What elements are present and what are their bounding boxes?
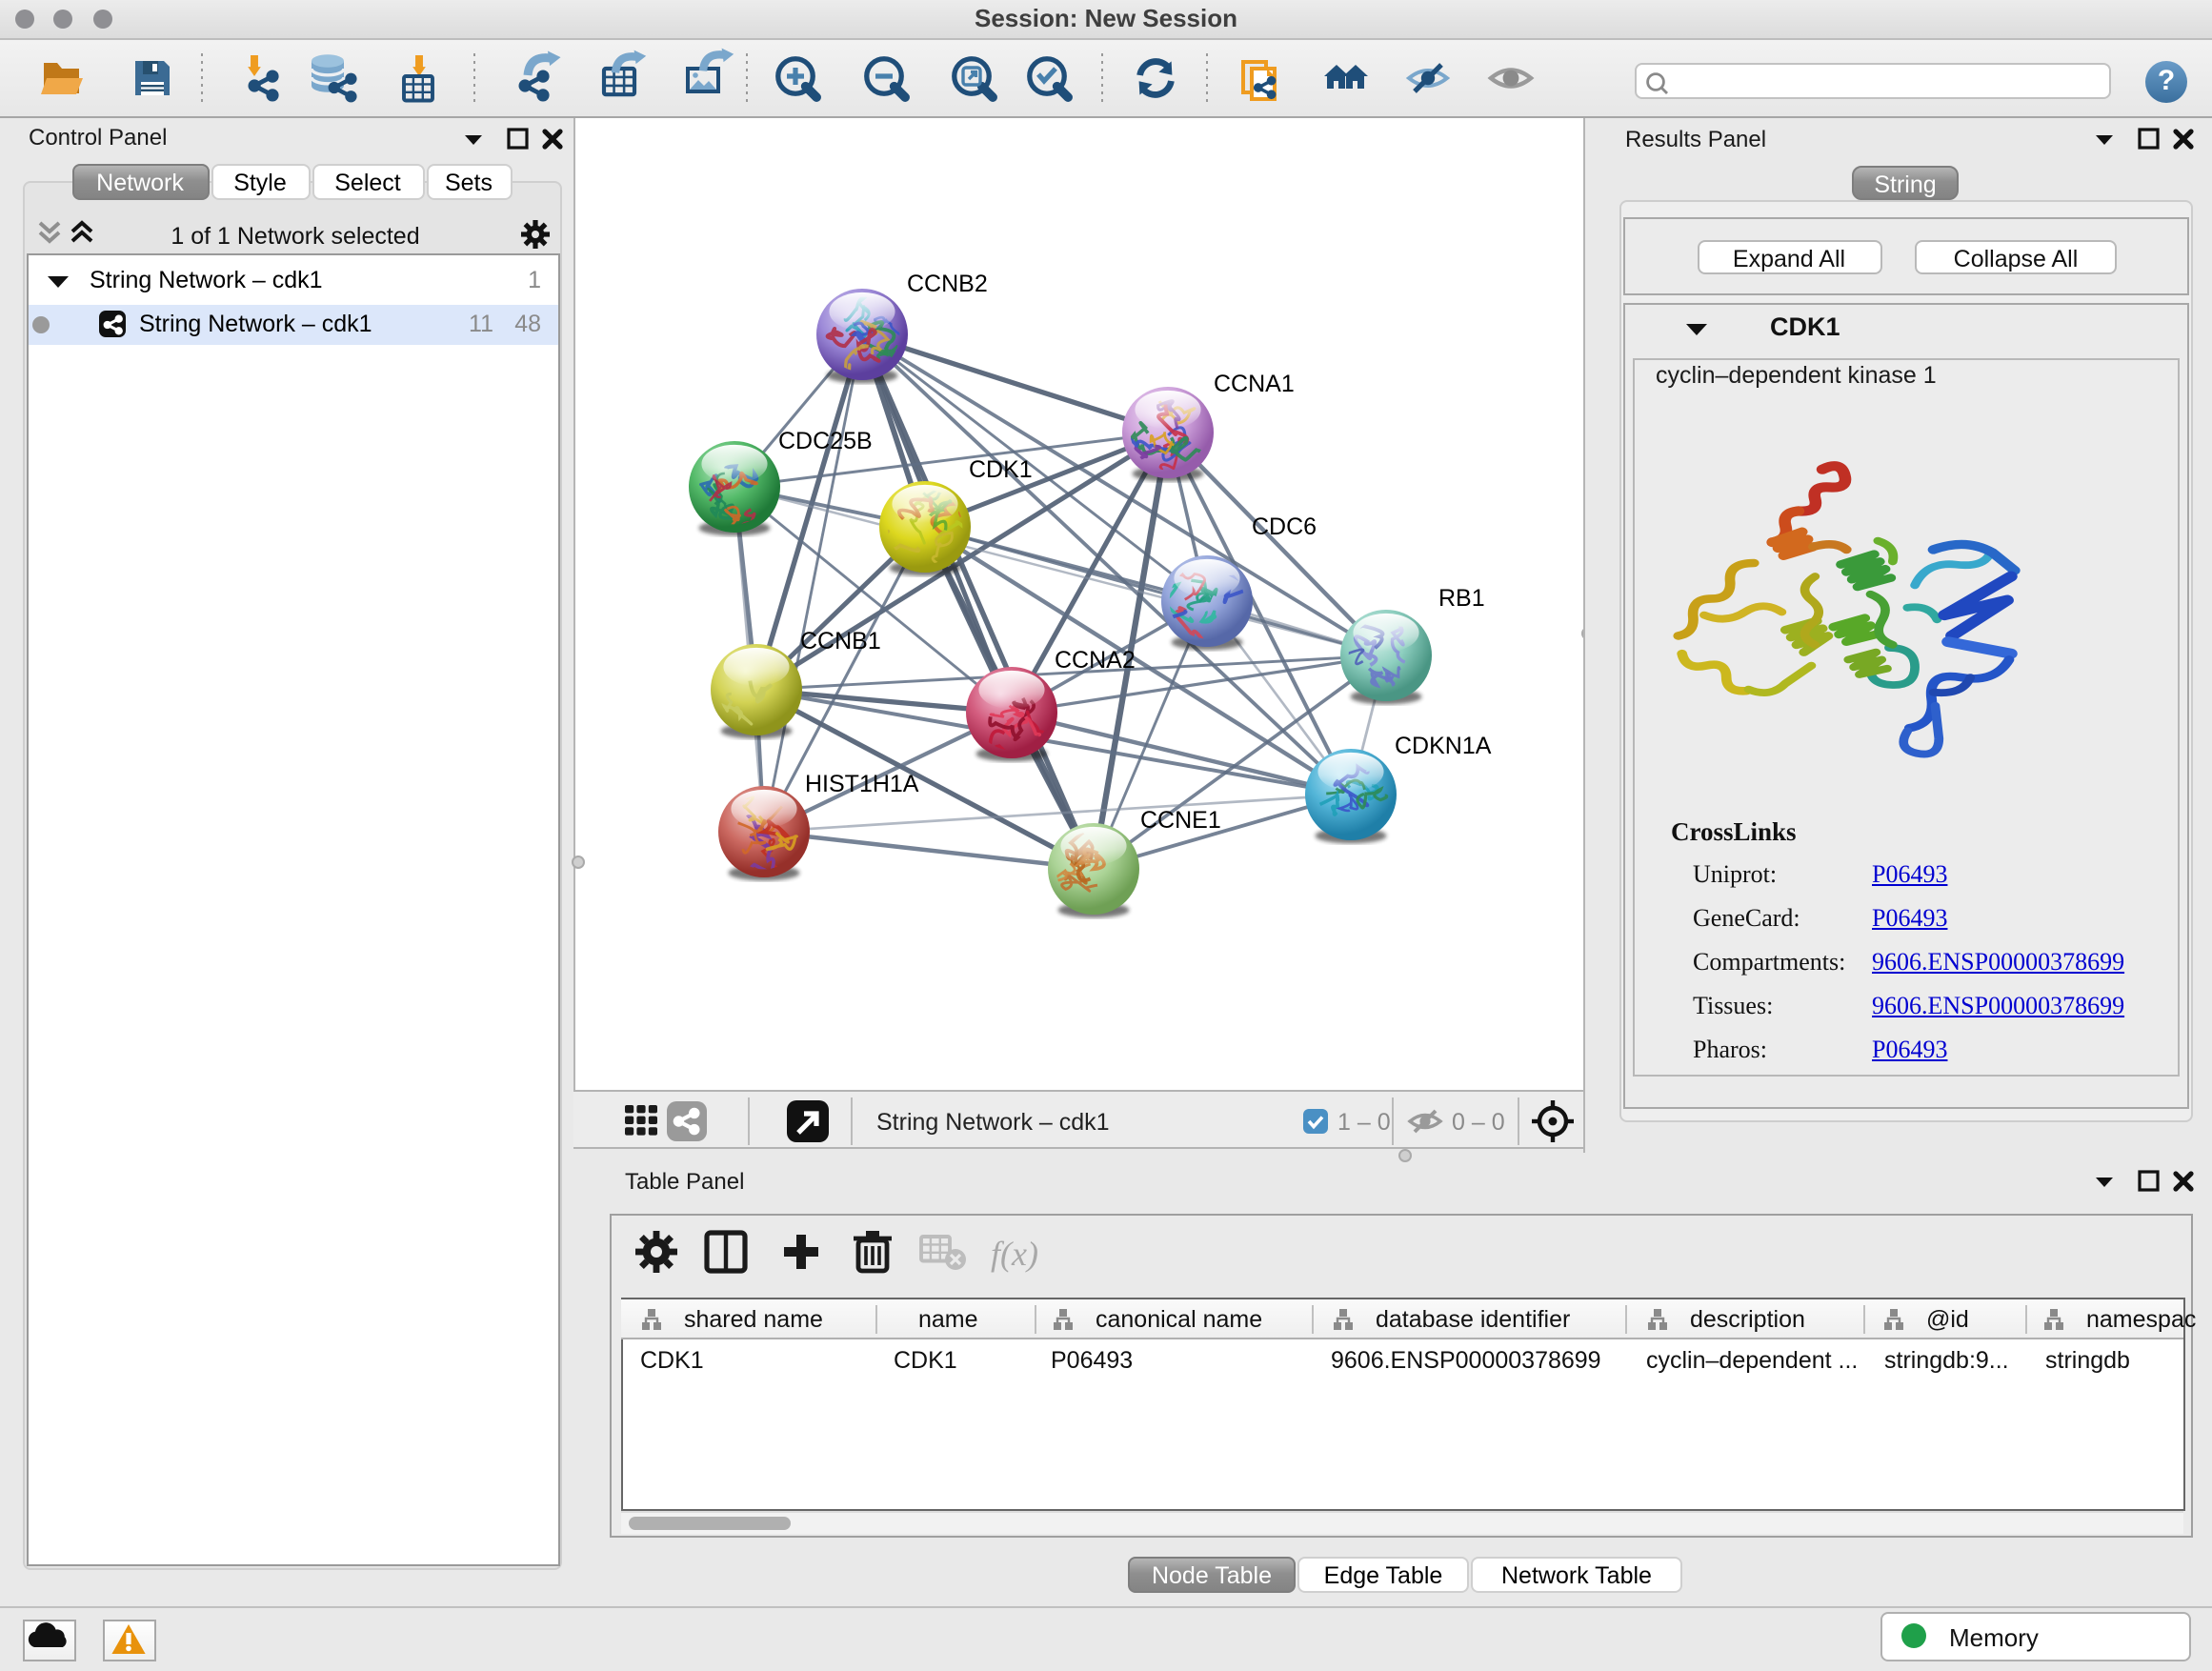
svg-text:description: description	[1690, 1306, 1805, 1333]
svg-text:shared name: shared name	[684, 1306, 823, 1333]
svg-text:name: name	[918, 1306, 978, 1333]
svg-text:stringdb: stringdb	[2045, 1347, 2130, 1374]
svg-text:canonical name: canonical name	[1096, 1306, 1262, 1333]
svg-text:database identifier: database identifier	[1376, 1306, 1570, 1333]
svg-text:CDK1: CDK1	[640, 1347, 704, 1374]
svg-text:cyclin–dependent ...: cyclin–dependent ...	[1646, 1347, 1858, 1374]
svg-text:P06493: P06493	[1051, 1347, 1133, 1374]
svg-text:namespac: namespac	[2086, 1306, 2196, 1333]
svg-text:@id: @id	[1926, 1306, 1969, 1333]
svg-text:CDK1: CDK1	[894, 1347, 957, 1374]
svg-text:stringdb:9...: stringdb:9...	[1884, 1347, 2009, 1374]
svg-text:9606.ENSP00000378699: 9606.ENSP00000378699	[1331, 1347, 1601, 1374]
